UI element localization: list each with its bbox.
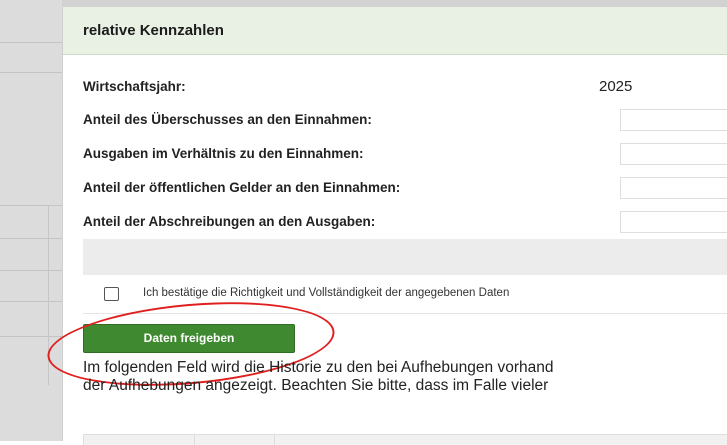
confirm-row: Ich bestätige die Richtigkeit und Vollst… bbox=[83, 275, 727, 314]
field-label: Ausgaben im Verhältnis zu den Einnahmen: bbox=[83, 146, 364, 161]
field-label: Anteil der Abschreibungen an den Ausgabe… bbox=[83, 214, 376, 229]
abschreibungen-input[interactable] bbox=[620, 211, 727, 233]
field-row-wirtschaftsjahr: Wirtschaftsjahr: 2025 bbox=[83, 76, 727, 98]
field-row-ausgaben: Ausgaben im Verhältnis zu den Einnahmen: bbox=[83, 143, 727, 165]
info-line-2: der Aufhebungen angezeigt. Beachten Sie … bbox=[83, 377, 549, 394]
relative-kennzahlen-dialog: relative Kennzahlen Wirtschaftsjahr: 202… bbox=[44, 7, 727, 445]
wirtschaftsjahr-value: 2025 bbox=[599, 78, 633, 95]
background-top-strip bbox=[0, 0, 727, 7]
field-label: Anteil der öffentlichen Gelder an den Ei… bbox=[83, 180, 401, 195]
ueberschuss-input[interactable] bbox=[620, 109, 727, 131]
ausgaben-input[interactable] bbox=[620, 143, 727, 165]
daten-freigeben-button[interactable]: Daten freigeben bbox=[83, 324, 295, 353]
confirm-checkbox[interactable] bbox=[104, 287, 119, 301]
dialog-header: relative Kennzahlen bbox=[63, 7, 727, 55]
history-info-text: Im folgenden Feld wird die Historie zu d… bbox=[83, 359, 727, 395]
background-page-table bbox=[0, 0, 62, 441]
dialog-title: relative Kennzahlen bbox=[83, 22, 224, 39]
field-row-ueberschuss: Anteil des Überschusses an den Einnahmen… bbox=[83, 109, 727, 131]
confirm-label: Ich bestätige die Richtigkeit und Vollst… bbox=[143, 287, 510, 299]
oeffentliche-gelder-input[interactable] bbox=[620, 177, 727, 199]
field-label: Wirtschaftsjahr: bbox=[83, 79, 186, 94]
history-table-header bbox=[83, 434, 727, 445]
field-row-oeffentliche-gelder: Anteil der öffentlichen Gelder an den Ei… bbox=[83, 177, 727, 199]
section-divider-band bbox=[83, 239, 727, 275]
info-line-1: Im folgenden Feld wird die Historie zu d… bbox=[83, 359, 554, 376]
field-row-abschreibungen: Anteil der Abschreibungen an den Ausgabe… bbox=[83, 211, 727, 233]
field-label: Anteil des Überschusses an den Einnahmen… bbox=[83, 112, 372, 127]
